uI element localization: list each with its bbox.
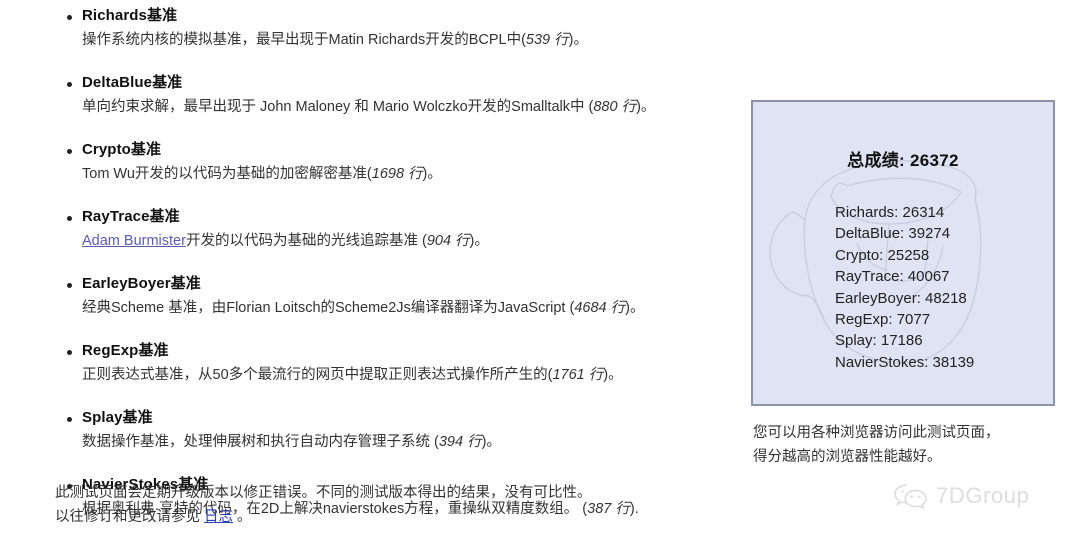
bullet-icon <box>67 216 72 221</box>
benchmark-description: Adam Burmister开发的以代码为基础的光线追踪基准 (904 行)。 <box>82 231 735 252</box>
benchmark-title: Splay基准 <box>82 409 153 426</box>
benchmark-line-count: 880 行 <box>593 99 637 115</box>
benchmark-desc-tail: )。 <box>625 300 645 316</box>
bullet-icon <box>67 149 72 154</box>
benchmark-title: EarleyBoyer基准 <box>82 275 201 292</box>
changelog-link[interactable]: 日志 <box>204 509 233 525</box>
adam-burmister-link[interactable]: Adam Burmister <box>82 233 186 249</box>
score-row: Splay: 17186 <box>835 332 923 350</box>
score-row: Crypto: 25258 <box>835 246 930 264</box>
list-item: Crypto基准 Tom Wu开发的以代码为基础的加密解密基准(1698 行)。 <box>55 140 735 185</box>
benchmark-desc-tail: )。 <box>603 367 623 383</box>
brand-name: 7DGroup <box>936 483 1030 508</box>
total-score-title: 总成绩: 26372 <box>847 151 959 170</box>
results-column: 总成绩: 26372 Richards: 26314 DeltaBlue: 39… <box>740 0 1080 543</box>
benchmark-description-column: Richards基准 操作系统内核的模拟基准，最早出现于Matin Richar… <box>0 0 740 543</box>
benchmark-description: Tom Wu开发的以代码为基础的加密解密基准(1698 行)。 <box>82 164 735 185</box>
list-item: EarleyBoyer基准 经典Scheme 基准，由Florian Loits… <box>55 274 735 319</box>
wechat-icon <box>894 484 927 509</box>
footer-line-2-text: 以往修订和更改请参见 <box>55 509 205 525</box>
benchmark-title: DeltaBlue基准 <box>82 74 183 91</box>
bullet-icon <box>67 283 72 288</box>
bullet-icon <box>67 15 72 20</box>
benchmark-desc-tail: )。 <box>481 434 501 450</box>
benchmark-desc-tail: )。 <box>568 32 588 48</box>
benchmark-description: 单向约束求解，最早出现于 John Maloney 和 Mario Wolczk… <box>82 97 735 118</box>
benchmark-desc-tail: )。 <box>636 99 656 115</box>
score-result-box: 总成绩: 26372 Richards: 26314 DeltaBlue: 39… <box>751 100 1055 406</box>
benchmark-title: Crypto基准 <box>82 141 162 158</box>
bullet-icon <box>67 417 72 422</box>
footer-line-2-tail: 。 <box>233 509 252 525</box>
benchmark-title: Richards基准 <box>82 7 178 24</box>
benchmark-desc-text: 单向约束求解，最早出现于 John Maloney 和 Mario Wolczk… <box>82 99 594 115</box>
list-item: RegExp基准 正则表达式基准，从50多个最流行的网页中提取正则表达式操作所产… <box>55 341 735 386</box>
list-item: Richards基准 操作系统内核的模拟基准，最早出现于Matin Richar… <box>55 6 735 51</box>
browser-note: 您可以用各种浏览器访问此测试页面， 得分越高的浏览器性能越好。 <box>753 421 1073 469</box>
benchmark-line-count: 1698 行 <box>371 166 423 182</box>
benchmark-line-count: 1761 行 <box>552 367 604 383</box>
browser-note-line-1: 您可以用各种浏览器访问此测试页面， <box>753 425 1000 441</box>
benchmark-desc-text: 开发的以代码为基础的光线追踪基准 ( <box>185 233 427 249</box>
score-row: EarleyBoyer: 48218 <box>835 289 967 307</box>
benchmark-title: RegExp基准 <box>82 342 169 359</box>
score-row: DeltaBlue: 39274 <box>835 225 951 243</box>
benchmark-description: 正则表达式基准，从50多个最流行的网页中提取正则表达式操作所产生的(1761 行… <box>82 365 735 386</box>
benchmark-title: RayTrace基准 <box>82 208 180 225</box>
benchmark-line-count: 394 行 <box>438 434 482 450</box>
list-item: Splay基准 数据操作基准，处理伸展树和执行自动内存管理子系统 (394 行)… <box>55 408 735 453</box>
benchmark-score-list: Richards: 26314 DeltaBlue: 39274 Crypto:… <box>835 202 974 373</box>
score-row: RayTrace: 40067 <box>835 268 950 286</box>
benchmark-line-count: 4684 行 <box>574 300 626 316</box>
benchmark-desc-tail: )。 <box>469 233 489 249</box>
footer-line-2: 以往修订和更改请参见 日志 。 <box>55 505 735 529</box>
benchmark-desc-text: 经典Scheme 基准，由Florian Loitsch的Scheme2Js编译… <box>82 300 575 316</box>
score-row: RegExp: 7077 <box>835 311 931 329</box>
score-row: Richards: 26314 <box>835 204 945 221</box>
benchmark-desc-text: 正则表达式基准，从50多个最流行的网页中提取正则表达式操作所产生的( <box>82 367 553 383</box>
benchmark-list: Richards基准 操作系统内核的模拟基准，最早出现于Matin Richar… <box>55 6 735 520</box>
bullet-icon <box>67 82 72 87</box>
list-item: DeltaBlue基准 单向约束求解，最早出现于 John Maloney 和 … <box>55 73 735 118</box>
benchmark-description: 操作系统内核的模拟基准，最早出现于Matin Richards开发的BCPL中(… <box>82 30 735 51</box>
footer-note: 此测试页面会定期升级版本以修正错误。不同的测试版本得出的结果，没有可比性。 以往… <box>55 481 735 529</box>
score-row: NavierStokes: 38139 <box>835 353 975 371</box>
benchmark-line-count: 904 行 <box>426 233 470 249</box>
benchmark-desc-text: 数据操作基准，处理伸展树和执行自动内存管理子系统 ( <box>82 434 439 450</box>
benchmark-description: 数据操作基准，处理伸展树和执行自动内存管理子系统 (394 行)。 <box>82 432 735 453</box>
benchmark-desc-text: 操作系统内核的模拟基准，最早出现于Matin Richards开发的BCPL中( <box>82 32 526 48</box>
benchmark-desc-text: Tom Wu开发的以代码为基础的加密解密基准( <box>82 166 372 182</box>
benchmark-line-count: 539 行 <box>525 32 569 48</box>
footer-line-1: 此测试页面会定期升级版本以修正错误。不同的测试版本得出的结果，没有可比性。 <box>55 485 592 501</box>
benchmark-desc-tail: )。 <box>422 166 442 182</box>
list-item: RayTrace基准 Adam Burmister开发的以代码为基础的光线追踪基… <box>55 207 735 252</box>
browser-note-line-2: 得分越高的浏览器性能越好。 <box>753 449 942 465</box>
brand-watermark: 7DGroup <box>893 483 1029 509</box>
bullet-icon <box>67 350 72 355</box>
benchmark-description: 经典Scheme 基准，由Florian Loitsch的Scheme2Js编译… <box>82 298 735 319</box>
